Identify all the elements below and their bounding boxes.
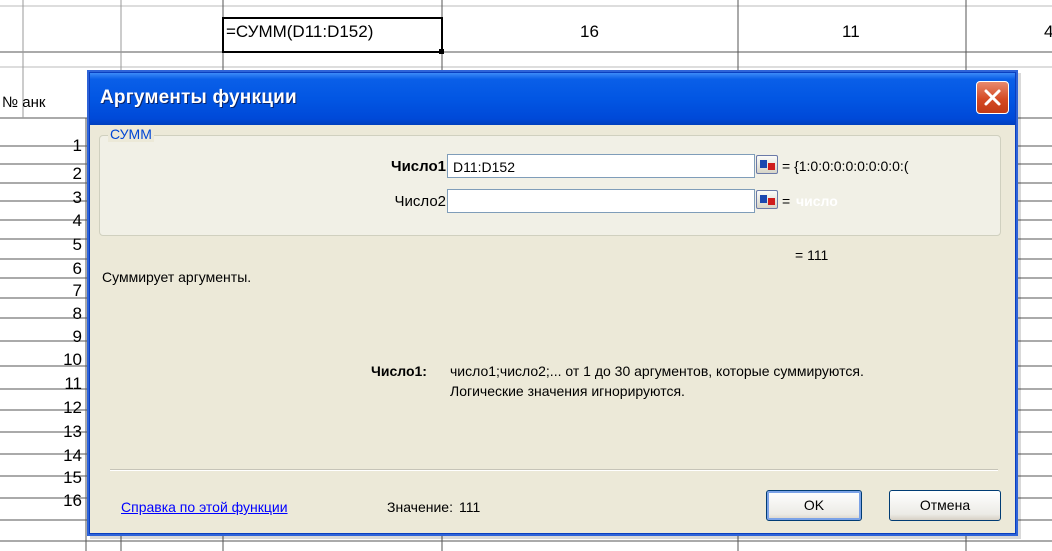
collapse-dialog-icon: [760, 195, 767, 203]
arg2-result-eq: =: [782, 193, 791, 209]
arg2-input[interactable]: [447, 189, 755, 213]
formula-cell[interactable]: =СУММ(D11:D152): [226, 22, 373, 42]
row-number[interactable]: 6: [0, 259, 82, 279]
row-number[interactable]: 11: [0, 374, 82, 394]
arg-help-line1: число1;число2;... от 1 до 30 аргументов,…: [450, 363, 864, 379]
row-number[interactable]: 7: [0, 281, 82, 301]
row-number[interactable]: 14: [0, 446, 82, 466]
row-number[interactable]: 10: [0, 350, 82, 370]
cell-value-f[interactable]: 11: [842, 22, 860, 42]
arg-help-label: Число1:: [371, 363, 427, 379]
value-display: 111: [459, 499, 481, 515]
row-number[interactable]: 16: [0, 491, 82, 511]
dialog-title: Аргументы функции: [100, 87, 297, 108]
row-number[interactable]: 12: [0, 398, 82, 418]
row-number[interactable]: 13: [0, 422, 82, 442]
arg2-result-placeholder: число: [796, 193, 838, 209]
arg-help-line2: Логические значения игнорируются.: [450, 383, 685, 399]
value-label: Значение:: [387, 499, 453, 515]
close-icon: [984, 89, 1001, 106]
arg1-result: = {1:0:0:0:0:0:0:0:0:(: [782, 158, 909, 174]
arg1-label: Число1: [391, 158, 446, 175]
separator: [110, 469, 998, 471]
arguments-group: [99, 135, 1001, 236]
cell-value-g[interactable]: 4: [1044, 22, 1052, 42]
function-description: Суммирует аргументы.: [102, 269, 252, 285]
dialog-titlebar[interactable]: Аргументы функции: [90, 73, 1015, 125]
row-number[interactable]: 1: [0, 136, 82, 156]
cell-value-e[interactable]: 16: [580, 22, 599, 42]
collapse-dialog-icon: [760, 160, 767, 168]
arg2-collapse-button[interactable]: [756, 190, 778, 209]
row-number[interactable]: 4: [0, 211, 82, 231]
row-number[interactable]: 8: [0, 304, 82, 324]
arg2-label: Число2: [394, 193, 446, 210]
cancel-button[interactable]: Отмена: [889, 490, 1001, 521]
row-number[interactable]: 3: [0, 188, 82, 208]
function-name-label: СУММ: [108, 126, 154, 142]
ok-button[interactable]: OK: [766, 490, 862, 521]
arg1-input[interactable]: D11:D152: [447, 154, 755, 178]
arg1-collapse-button[interactable]: [756, 155, 778, 174]
formula-result: = 111: [795, 247, 829, 263]
help-link[interactable]: Справка по этой функции: [121, 499, 288, 515]
row-number[interactable]: 2: [0, 164, 82, 184]
row-number[interactable]: 5: [0, 235, 82, 255]
row-number[interactable]: 15: [0, 468, 82, 488]
function-arguments-dialog: Аргументы функции СУММ Число1 D11:D152 =…: [89, 72, 1016, 534]
row-number[interactable]: 9: [0, 327, 82, 347]
column-header-left[interactable]: № анк: [2, 94, 45, 111]
close-button[interactable]: [976, 81, 1009, 114]
